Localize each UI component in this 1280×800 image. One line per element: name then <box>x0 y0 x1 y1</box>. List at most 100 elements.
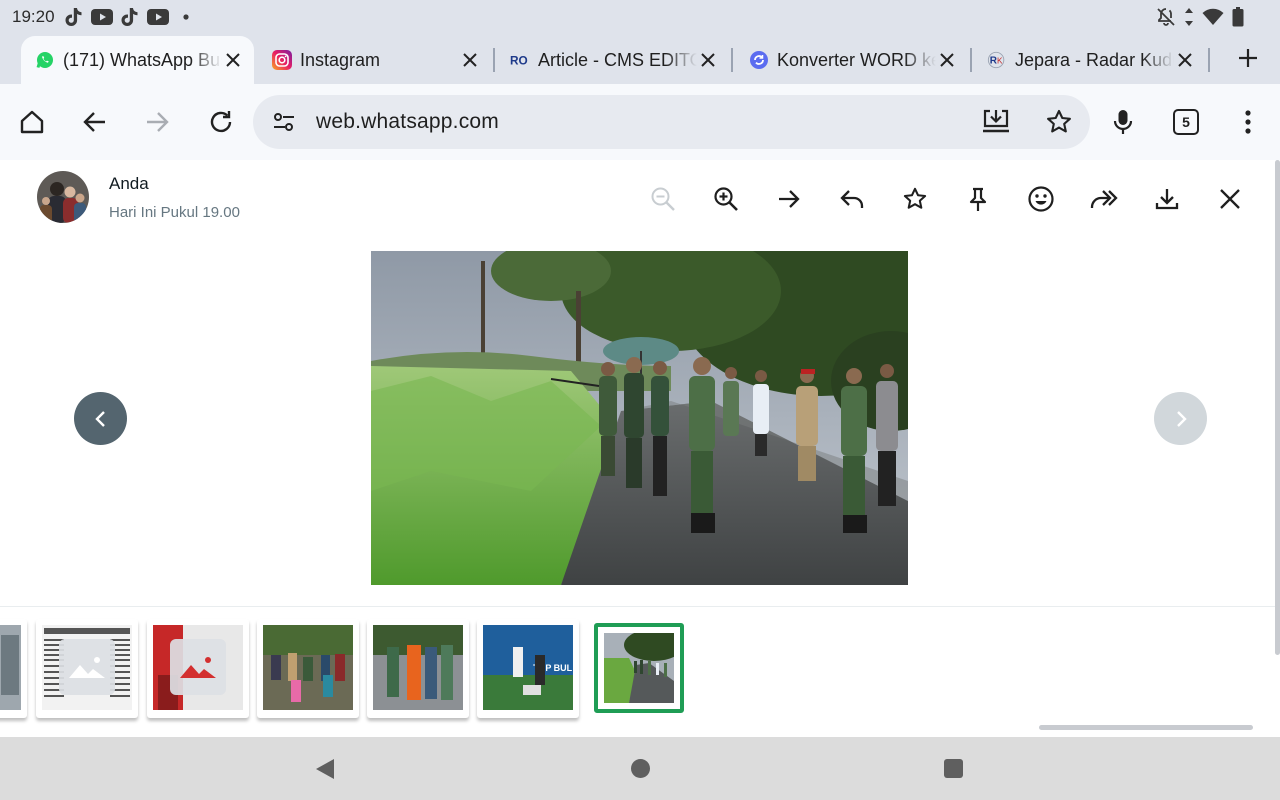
close-tab-icon[interactable] <box>222 49 244 71</box>
voice-search-button[interactable] <box>1105 104 1141 140</box>
install-app-icon[interactable] <box>981 107 1011 137</box>
tab-cms-editor[interactable]: RO Article - CMS EDITOR <box>496 36 729 84</box>
tab-separator <box>970 48 972 72</box>
message-timestamp: Hari Ini Pukul 19.00 <box>109 204 240 221</box>
wifi-icon <box>1202 8 1224 31</box>
media-thumbnail[interactable] <box>367 619 469 718</box>
media-thumbnail[interactable]: TOP BUL <box>477 619 579 718</box>
chevron-right-icon <box>1176 410 1187 427</box>
tab-strip: (171) WhatsApp Business Instagram RO Art… <box>0 34 1280 84</box>
download-icon <box>1155 189 1179 210</box>
pin-icon <box>969 187 987 211</box>
whatsapp-icon <box>35 50 55 70</box>
address-bar[interactable]: web.whatsapp.com <box>253 95 1090 149</box>
system-recents-button[interactable] <box>944 759 963 778</box>
radar-icon: RK <box>987 50 1007 70</box>
vertical-scrollbar[interactable] <box>1275 160 1280 655</box>
status-bar: 19:20 <box>0 0 1280 34</box>
next-media-button[interactable] <box>1154 392 1207 445</box>
reply-icon <box>840 190 864 208</box>
react-button[interactable] <box>1026 184 1056 214</box>
avatar[interactable] <box>37 171 89 223</box>
arrow-back-icon <box>83 112 105 132</box>
tab-separator <box>731 48 733 72</box>
close-tab-icon[interactable] <box>459 49 481 71</box>
zoom-in-icon <box>714 187 738 211</box>
sender-name: Anda <box>109 174 149 193</box>
ro-logo-icon: RO <box>510 50 530 70</box>
media-thumbnail[interactable] <box>0 619 27 718</box>
back-button[interactable] <box>77 104 113 140</box>
go-to-message-button[interactable] <box>774 184 804 214</box>
forward-message-button[interactable] <box>1089 184 1119 214</box>
tab-title: Article - CMS EDITOR <box>538 49 697 70</box>
plus-icon <box>1239 49 1257 67</box>
youtube-icon <box>146 7 169 27</box>
share-forward-icon <box>1090 190 1118 208</box>
youtube-icon <box>90 7 113 27</box>
svg-text:K: K <box>997 57 1003 66</box>
forward-button[interactable] <box>139 104 175 140</box>
arrow-forward-icon <box>147 112 169 132</box>
new-tab-button[interactable] <box>1234 44 1262 72</box>
close-icon <box>1220 189 1240 209</box>
home-icon <box>20 110 44 134</box>
tab-whatsapp[interactable]: (171) WhatsApp Business <box>21 36 254 84</box>
svg-text:RO: RO <box>510 54 528 68</box>
reload-button[interactable] <box>203 104 239 140</box>
close-viewer-button[interactable] <box>1215 184 1245 214</box>
viewer-header: Anda Hari Ini Pukul 19.00 <box>0 160 1280 240</box>
zoom-out-button[interactable] <box>648 184 678 214</box>
url-text[interactable]: web.whatsapp.com <box>316 110 499 134</box>
tab-radar-kudus[interactable]: RK Jepara - Radar Kudus <box>973 36 1206 84</box>
triangle-back-icon <box>316 759 334 779</box>
horizontal-scrollbar[interactable] <box>1039 725 1253 730</box>
pin-button[interactable] <box>963 184 993 214</box>
data-arrows-icon <box>1184 7 1194 32</box>
tiktok-icon <box>63 7 85 27</box>
tab-count: 5 <box>1173 109 1199 135</box>
download-button[interactable] <box>1152 184 1182 214</box>
menu-button[interactable] <box>1230 104 1266 140</box>
notifications-off-icon <box>1156 7 1176 32</box>
emoji-icon <box>1028 186 1054 212</box>
instagram-icon <box>272 50 292 70</box>
arrow-right-icon <box>779 190 800 208</box>
media-viewer: Anda Hari Ini Pukul 19.00 TOP BUL <box>0 160 1280 737</box>
zoom-in-button[interactable] <box>711 184 741 214</box>
media-thumbnail[interactable] <box>257 619 359 718</box>
star-icon <box>903 187 927 209</box>
microphone-icon <box>1113 110 1133 134</box>
reload-icon <box>210 111 232 133</box>
reply-button[interactable] <box>837 184 867 214</box>
system-back-button[interactable] <box>314 757 336 786</box>
tab-instagram[interactable]: Instagram <box>258 36 491 84</box>
image-placeholder-icon <box>59 639 115 695</box>
previous-media-button[interactable] <box>74 392 127 445</box>
star-button[interactable] <box>900 184 930 214</box>
tab-konverter[interactable]: Konverter WORD ke <box>735 36 968 84</box>
system-home-button[interactable] <box>631 759 650 778</box>
home-button[interactable] <box>14 104 50 140</box>
tab-switcher-button[interactable]: 5 <box>1168 104 1204 140</box>
tab-title: (171) WhatsApp Business <box>63 49 222 70</box>
close-tab-icon[interactable] <box>697 49 719 71</box>
zoom-out-icon <box>651 187 675 211</box>
tab-title: Jepara - Radar Kudus <box>1015 49 1174 70</box>
media-thumbnail[interactable] <box>147 619 249 718</box>
photo-icon <box>371 251 908 585</box>
dot-icon <box>175 7 197 27</box>
browser-toolbar: web.whatsapp.com 5 <box>0 84 1280 160</box>
site-settings-icon[interactable] <box>271 109 297 135</box>
more-vert-icon <box>1245 110 1251 134</box>
media-image[interactable] <box>371 251 908 585</box>
tiktok-icon <box>119 7 141 27</box>
close-tab-icon[interactable] <box>1174 49 1196 71</box>
tab-separator <box>1208 48 1210 72</box>
media-thumbnail[interactable] <box>36 619 138 718</box>
chevron-left-icon <box>94 410 105 427</box>
image-placeholder-icon <box>170 639 226 695</box>
bookmark-star-icon[interactable] <box>1045 108 1073 136</box>
media-thumbnail-selected[interactable] <box>594 623 684 713</box>
close-tab-icon[interactable] <box>936 49 958 71</box>
